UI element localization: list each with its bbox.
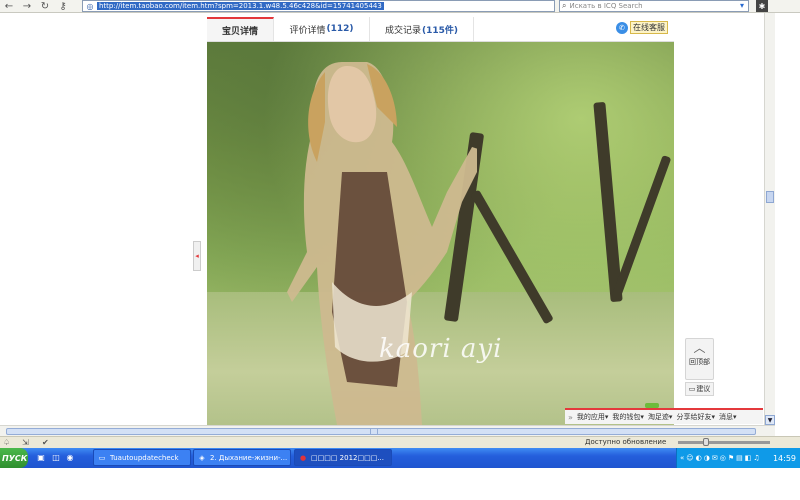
volume-icon[interactable]: ♫: [753, 454, 759, 462]
tray-expand-icon[interactable]: «: [680, 454, 684, 462]
scroll-grip: [370, 428, 378, 434]
tab-label: 成交记录: [384, 25, 421, 36]
product-photo: kaori ayi: [207, 42, 674, 425]
tab-label: 评价详情: [289, 25, 326, 36]
update-available-text[interactable]: Доступно обновление: [585, 438, 666, 446]
tab-transactions[interactable]: 成交记录 (115件): [370, 17, 474, 41]
chevron-up-icon: ︿: [693, 341, 706, 355]
window-title: 2. Дыхание-жизни-...: [210, 453, 288, 462]
window-title: Tuautoupdatecheck: [110, 453, 179, 462]
clock[interactable]: 14:59: [773, 454, 796, 463]
opera-icon: ●: [299, 453, 307, 462]
back-to-top-label: 回顶部: [689, 358, 710, 366]
scroll-thumb[interactable]: [6, 428, 756, 435]
browser-toolbar: ← → ↻ ⚷ ◎ http://item.taobao.com/item.ht…: [0, 0, 800, 13]
taskbar-window-button[interactable]: ▭ Tuautoupdatecheck: [93, 449, 191, 466]
mail-icon[interactable]: ✉: [712, 454, 718, 462]
windows-taskbar: ПУСК ▣ ◫ ◉ ▭ Tuautoupdatecheck ◈ 2. Дыха…: [0, 448, 800, 468]
online-service-button[interactable]: ✆ 在线客服: [616, 21, 668, 34]
url-text[interactable]: http://item.taobao.com/item.htm?spm=2013…: [97, 2, 384, 10]
suggestion-button[interactable]: ▭ 建议: [685, 382, 714, 396]
status-icon[interactable]: ⇲: [22, 438, 29, 447]
tray-icon[interactable]: ▤: [736, 454, 743, 462]
detail-tabs: 宝贝详情 评价详情 (112) 成交记录 (115件) ✆ 在线客服: [207, 17, 674, 42]
tab-count: (112): [326, 24, 354, 34]
collapse-handle-icon[interactable]: ◂: [193, 241, 201, 271]
tab-count: (115件): [422, 25, 459, 36]
status-icon[interactable]: ♤: [3, 438, 10, 447]
start-button[interactable]: ПУСК: [0, 448, 28, 468]
window-icon: ◈: [199, 453, 205, 462]
search-go-icon[interactable]: ▾: [737, 1, 747, 11]
zoom-slider[interactable]: [678, 441, 770, 444]
tray-icon[interactable]: ☺: [686, 454, 693, 462]
window-title: □□□□ 2012□□□...: [311, 453, 385, 462]
tray-icon[interactable]: ◎: [720, 454, 726, 462]
suggestion-label: 建议: [696, 385, 711, 393]
status-bar: ♤ ⇲ ✔ Доступно обновление: [0, 436, 800, 448]
system-tray: « ☺ ◐ ◑ ✉ ◎ ⚑ ▤ ◧ ♫ 14:59: [676, 448, 800, 468]
zoom-slider-knob[interactable]: [703, 438, 709, 446]
horizontal-scrollbar[interactable]: [0, 425, 775, 436]
back-to-top-button[interactable]: ︿ 回顶部: [685, 338, 714, 380]
footprint-menu[interactable]: 淘足迹▾: [648, 412, 673, 422]
model-figure: [287, 62, 477, 425]
search-icon[interactable]: ⌕: [562, 1, 566, 11]
vertical-scrollbar[interactable]: ▼: [764, 13, 775, 425]
scroll-thumb[interactable]: [766, 191, 774, 203]
online-service-label: 在线客服: [630, 21, 668, 34]
forward-icon[interactable]: →: [18, 0, 36, 13]
tab-reviews[interactable]: 评价详情 (112): [274, 17, 370, 41]
quicklaunch-icon[interactable]: ◉: [64, 451, 76, 463]
collapse-toolbar-icon[interactable]: »: [568, 413, 573, 422]
tree-trunk: [593, 101, 623, 303]
tray-icon[interactable]: ◐: [696, 454, 702, 462]
addon-icon[interactable]: ✱: [756, 0, 768, 12]
quicklaunch-icon[interactable]: ◫: [50, 451, 62, 463]
watermark-logo: kaori ayi: [379, 334, 503, 364]
taskbar-window-button-active[interactable]: ● □□□□ 2012□□□...: [294, 449, 392, 466]
search-input[interactable]: Искать в ICQ Search: [569, 2, 642, 10]
status-check-icon[interactable]: ✔: [42, 438, 49, 447]
back-icon[interactable]: ←: [0, 0, 18, 13]
messages-menu[interactable]: 消息▾: [719, 412, 737, 422]
tree-trunk: [611, 154, 672, 300]
address-bar[interactable]: ◎ http://item.taobao.com/item.htm?spm=20…: [82, 0, 555, 12]
toolbar-tab-indicator: [645, 403, 659, 408]
my-wallet-menu[interactable]: 我的钱包▾: [612, 412, 644, 422]
flag-icon[interactable]: ⚑: [728, 454, 734, 462]
share-menu[interactable]: 分享给好友▾: [676, 412, 715, 422]
window-icon: ▭: [98, 453, 106, 462]
taobao-toolbar: » 我的应用▾ 我的钱包▾ 淘足迹▾ 分享给好友▾ 消息▾: [565, 403, 763, 424]
search-box[interactable]: ⌕ Искать в ICQ Search ▾: [559, 0, 749, 12]
my-apps-menu[interactable]: 我的应用▾: [577, 412, 609, 422]
page-content: 宝贝详情 评价详情 (112) 成交记录 (115件) ✆ 在线客服 kaori…: [0, 13, 764, 425]
tab-label: 宝贝详情: [221, 26, 258, 37]
feedback-icon: ▭: [688, 385, 696, 393]
tray-icon[interactable]: ◑: [704, 454, 710, 462]
scroll-down-icon[interactable]: ▼: [765, 415, 775, 425]
key-icon[interactable]: ⚷: [54, 0, 72, 13]
reload-icon[interactable]: ↻: [36, 0, 54, 13]
taskbar-window-button[interactable]: ◈ 2. Дыхание-жизни-...: [193, 449, 291, 466]
tab-item-details[interactable]: 宝贝详情: [207, 17, 274, 41]
site-icon: ◎: [86, 1, 94, 11]
quicklaunch-icon[interactable]: ▣: [35, 451, 47, 463]
service-icon: ✆: [616, 21, 628, 34]
tray-icon[interactable]: ◧: [745, 454, 752, 462]
screen: ← → ↻ ⚷ ◎ http://item.taobao.com/item.ht…: [0, 0, 800, 500]
